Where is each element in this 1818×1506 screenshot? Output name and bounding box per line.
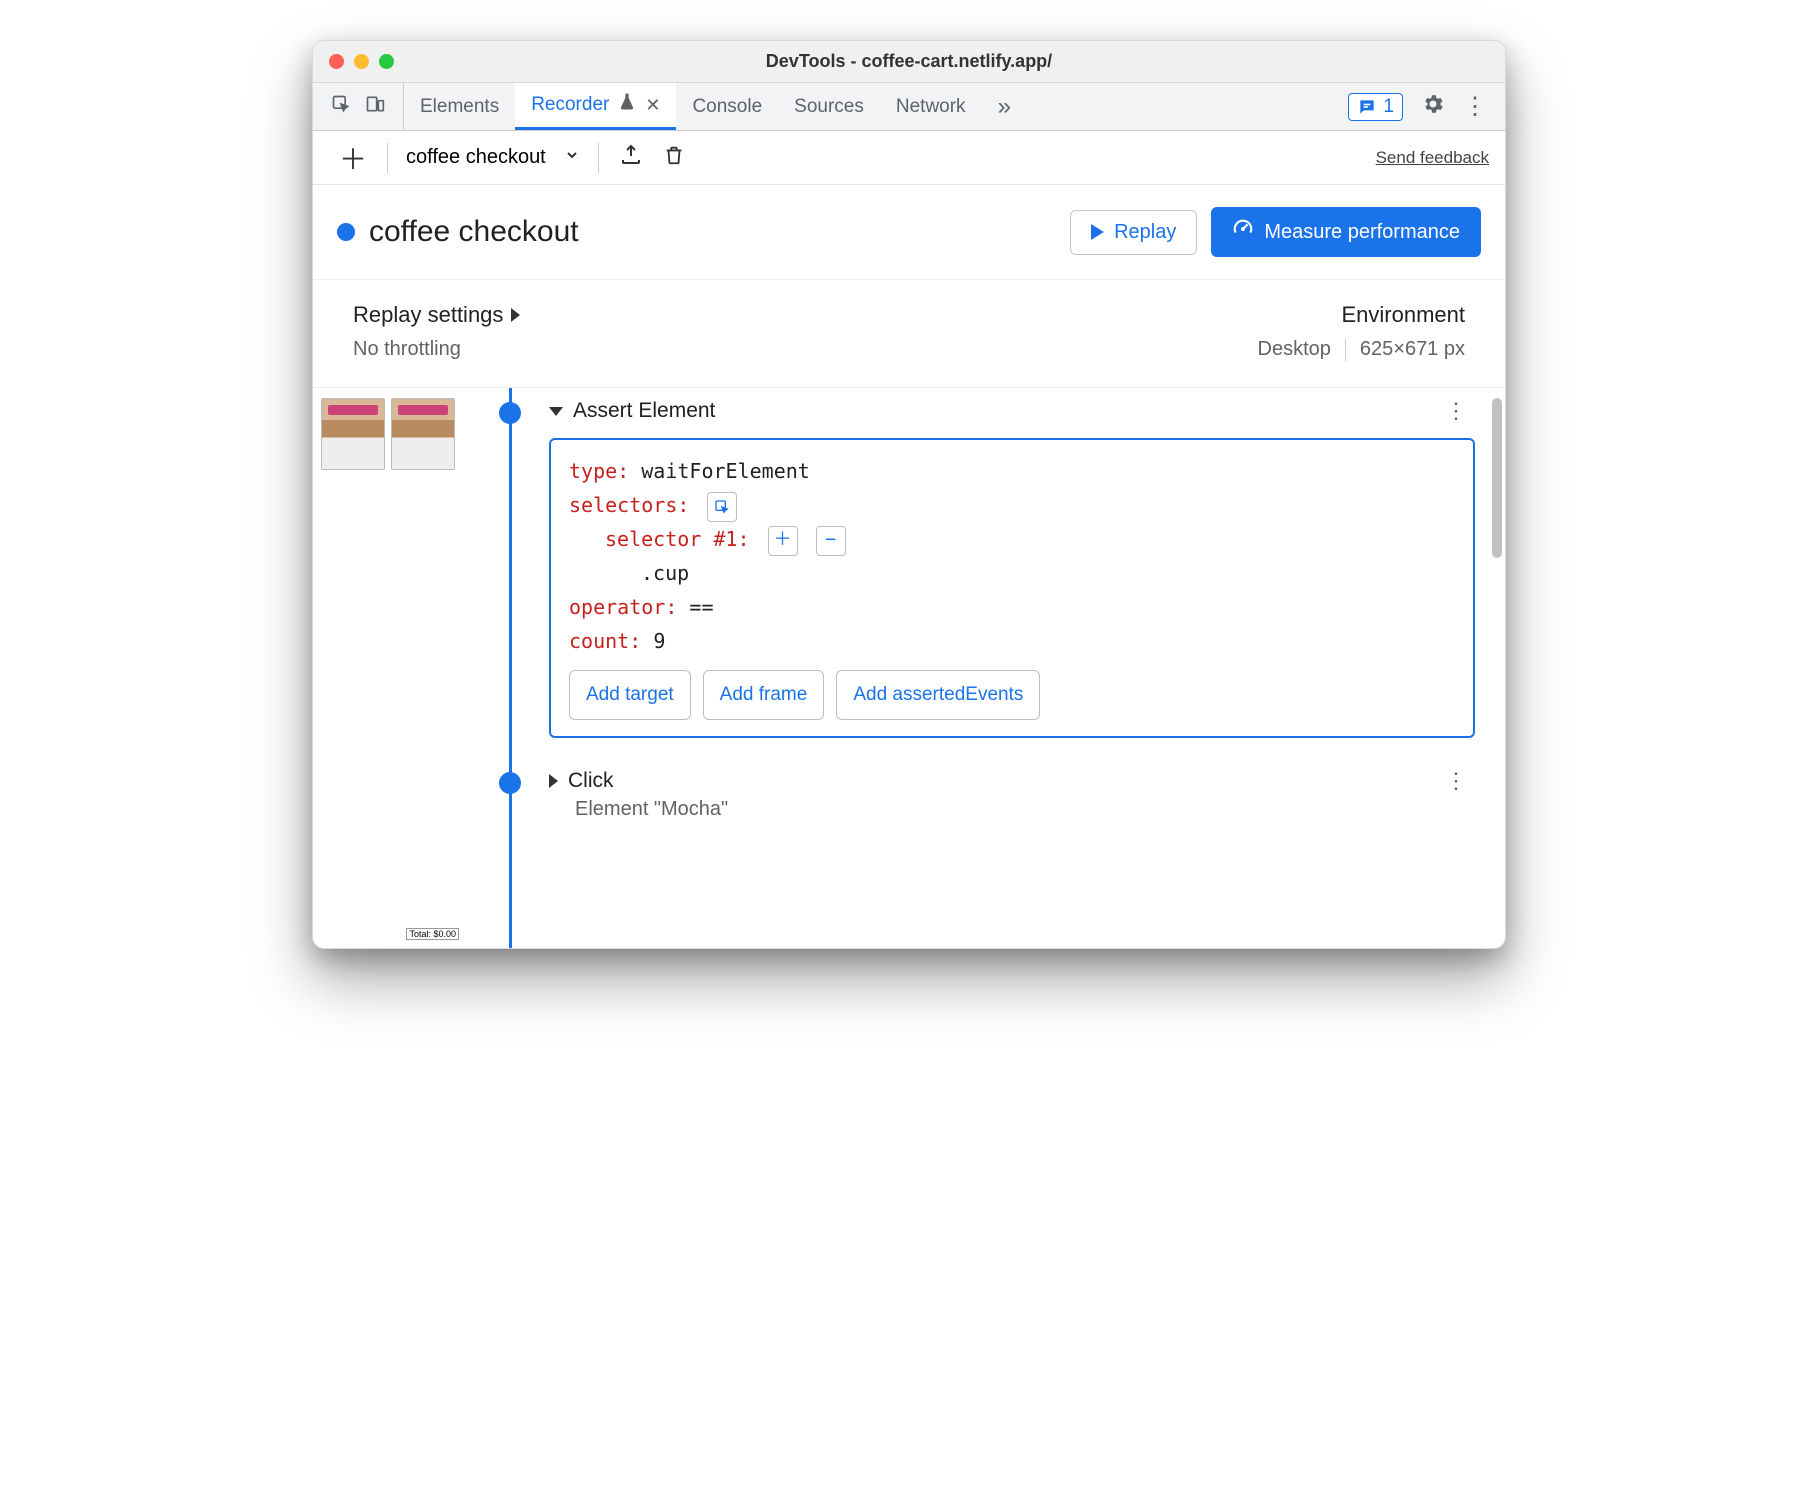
settings-gear-icon[interactable] xyxy=(1421,92,1445,122)
prop-operator-label: operator xyxy=(569,595,665,619)
tab-network[interactable]: Network xyxy=(880,83,982,130)
export-button[interactable] xyxy=(609,143,653,172)
recorder-toolbar: ＋ coffee checkout Send feedback xyxy=(313,131,1505,185)
divider xyxy=(387,143,388,173)
devtools-window: DevTools - coffee-cart.netlify.app/ Elem… xyxy=(312,40,1506,949)
kebab-menu-icon[interactable]: ⋮ xyxy=(1463,92,1487,121)
divider xyxy=(1345,339,1346,361)
settings-row: Replay settings No throttling Environmen… xyxy=(313,280,1505,388)
minimize-window-button[interactable] xyxy=(354,54,369,69)
titlebar: DevTools - coffee-cart.netlify.app/ xyxy=(313,41,1505,83)
chevron-right-icon xyxy=(549,774,558,788)
scrollbar[interactable] xyxy=(1492,398,1502,558)
chevron-down-icon xyxy=(564,146,580,169)
replay-settings-toggle[interactable]: Replay settings xyxy=(353,302,520,328)
prop-count-label: count xyxy=(569,629,629,653)
prop-type-value[interactable]: waitForElement xyxy=(641,459,810,483)
divider xyxy=(598,143,599,173)
maximize-window-button[interactable] xyxy=(379,54,394,69)
step-details: type: waitForElement selectors: selector… xyxy=(549,438,1475,738)
close-window-button[interactable] xyxy=(329,54,344,69)
close-tab-button[interactable]: ✕ xyxy=(645,95,660,116)
step-timeline: Assert Element ⋮ type: waitForElement se… xyxy=(463,388,1505,948)
prop-selectors-label: selectors xyxy=(569,493,677,517)
replay-button[interactable]: Replay xyxy=(1070,210,1197,255)
recording-selector-label: coffee checkout xyxy=(406,146,546,169)
tab-elements[interactable]: Elements xyxy=(404,83,515,130)
screenshot-thumbnail[interactable] xyxy=(321,398,385,470)
measure-performance-label: Measure performance xyxy=(1264,221,1460,244)
message-icon xyxy=(1357,97,1377,117)
devtools-tabs: Elements Recorder ✕ Console Sources Netw… xyxy=(313,83,1505,131)
step-menu-button[interactable]: ⋮ xyxy=(1437,398,1475,424)
recording-title: coffee checkout xyxy=(369,215,1056,249)
window-title: DevTools - coffee-cart.netlify.app/ xyxy=(313,51,1505,72)
send-feedback-link[interactable]: Send feedback xyxy=(1376,148,1489,168)
tab-network-label: Network xyxy=(896,96,966,118)
add-frame-button[interactable]: Add frame xyxy=(703,670,825,720)
tab-console[interactable]: Console xyxy=(676,83,778,130)
inspect-element-icon[interactable] xyxy=(331,94,351,120)
prop-operator-value[interactable]: == xyxy=(689,595,713,619)
tab-console-label: Console xyxy=(692,96,762,118)
step-title: Click xyxy=(568,769,614,793)
tab-sources[interactable]: Sources xyxy=(778,83,880,130)
environment-label: Environment xyxy=(1341,302,1465,328)
measure-performance-button[interactable]: Measure performance xyxy=(1211,207,1481,257)
status-dot xyxy=(337,223,355,241)
prop-selector1-value[interactable]: .cup xyxy=(641,561,689,585)
step-dot xyxy=(499,402,521,424)
environment-dimensions: 625×671 px xyxy=(1360,338,1465,361)
prop-count-value[interactable]: 9 xyxy=(653,629,665,653)
screenshot-thumbnail[interactable] xyxy=(391,398,455,470)
recording-selector[interactable]: coffee checkout xyxy=(398,142,588,173)
more-tabs-button[interactable]: » xyxy=(982,83,1027,130)
new-recording-button[interactable]: ＋ xyxy=(329,138,377,178)
gauge-icon xyxy=(1232,218,1254,246)
tab-recorder[interactable]: Recorder ✕ xyxy=(515,83,676,130)
play-icon xyxy=(1091,224,1104,240)
environment-device: Desktop xyxy=(1258,338,1331,361)
recording-header: coffee checkout Replay Measure performan… xyxy=(313,185,1505,280)
prop-selector1-label: selector #1 xyxy=(605,527,737,551)
thumbnail-caption: Total: $0.00 xyxy=(406,928,459,940)
tab-elements-label: Elements xyxy=(420,96,499,118)
thumbnail-strip: Total: $0.00 xyxy=(313,388,463,948)
delete-button[interactable] xyxy=(653,143,695,172)
add-target-button[interactable]: Add target xyxy=(569,670,691,720)
select-element-button[interactable] xyxy=(707,492,737,522)
step-assert-element: Assert Element ⋮ type: waitForElement se… xyxy=(509,398,1475,738)
step-header[interactable]: Click ⋮ xyxy=(549,768,1475,794)
add-selector-button[interactable]: ＋ xyxy=(768,526,798,556)
issues-button[interactable]: 1 xyxy=(1348,93,1403,121)
chevron-down-icon xyxy=(549,407,563,416)
issues-count: 1 xyxy=(1383,96,1394,118)
step-title: Assert Element xyxy=(573,399,715,423)
step-dot xyxy=(499,772,521,794)
prop-type-label: type xyxy=(569,459,617,483)
step-header[interactable]: Assert Element ⋮ xyxy=(549,398,1475,424)
step-menu-button[interactable]: ⋮ xyxy=(1437,768,1475,794)
replay-button-label: Replay xyxy=(1114,221,1176,244)
replay-settings-label: Replay settings xyxy=(353,302,503,328)
experiment-flask-icon xyxy=(617,92,637,118)
tab-sources-label: Sources xyxy=(794,96,864,118)
device-toolbar-icon[interactable] xyxy=(365,94,385,120)
remove-selector-button[interactable]: − xyxy=(816,526,846,556)
throttling-value: No throttling xyxy=(353,338,520,361)
window-controls xyxy=(329,54,394,69)
step-subtitle: Element "Mocha" xyxy=(549,798,1475,821)
timeline-area: Total: $0.00 Assert Element ⋮ type: wait… xyxy=(313,388,1505,948)
add-asserted-events-button[interactable]: Add assertedEvents xyxy=(836,670,1040,720)
chevron-right-icon xyxy=(511,308,520,322)
step-click: Click ⋮ Element "Mocha" xyxy=(509,768,1475,821)
tab-recorder-label: Recorder xyxy=(531,94,609,116)
